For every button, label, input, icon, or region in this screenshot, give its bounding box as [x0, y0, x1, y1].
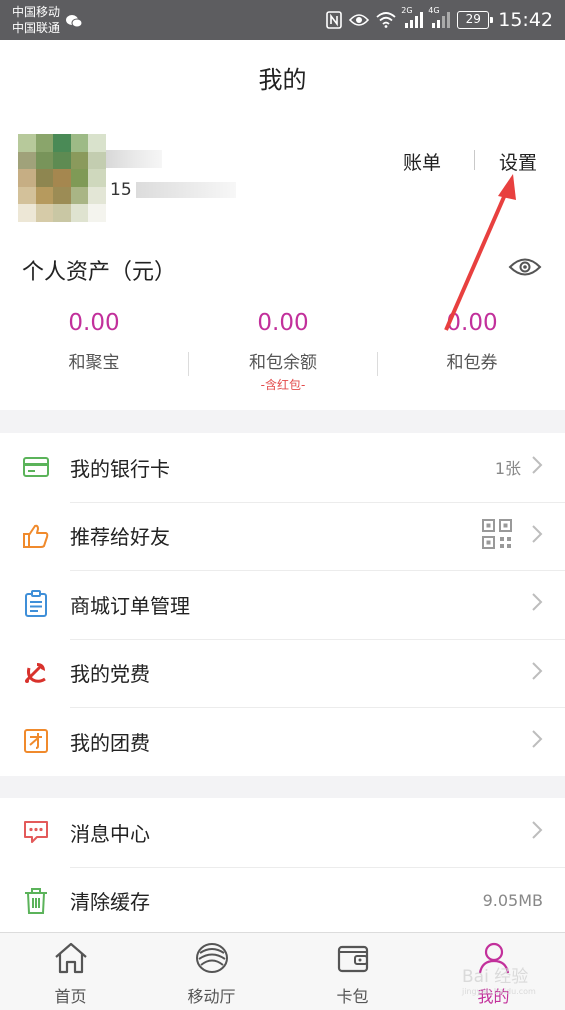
annotation-arrow	[444, 174, 516, 331]
watermark-url: jingyan.baidu.com	[462, 987, 536, 996]
watermark-text: Bai 经验	[462, 967, 529, 987]
watermark: Bai 经验 jingyan.baidu.com	[462, 962, 536, 996]
